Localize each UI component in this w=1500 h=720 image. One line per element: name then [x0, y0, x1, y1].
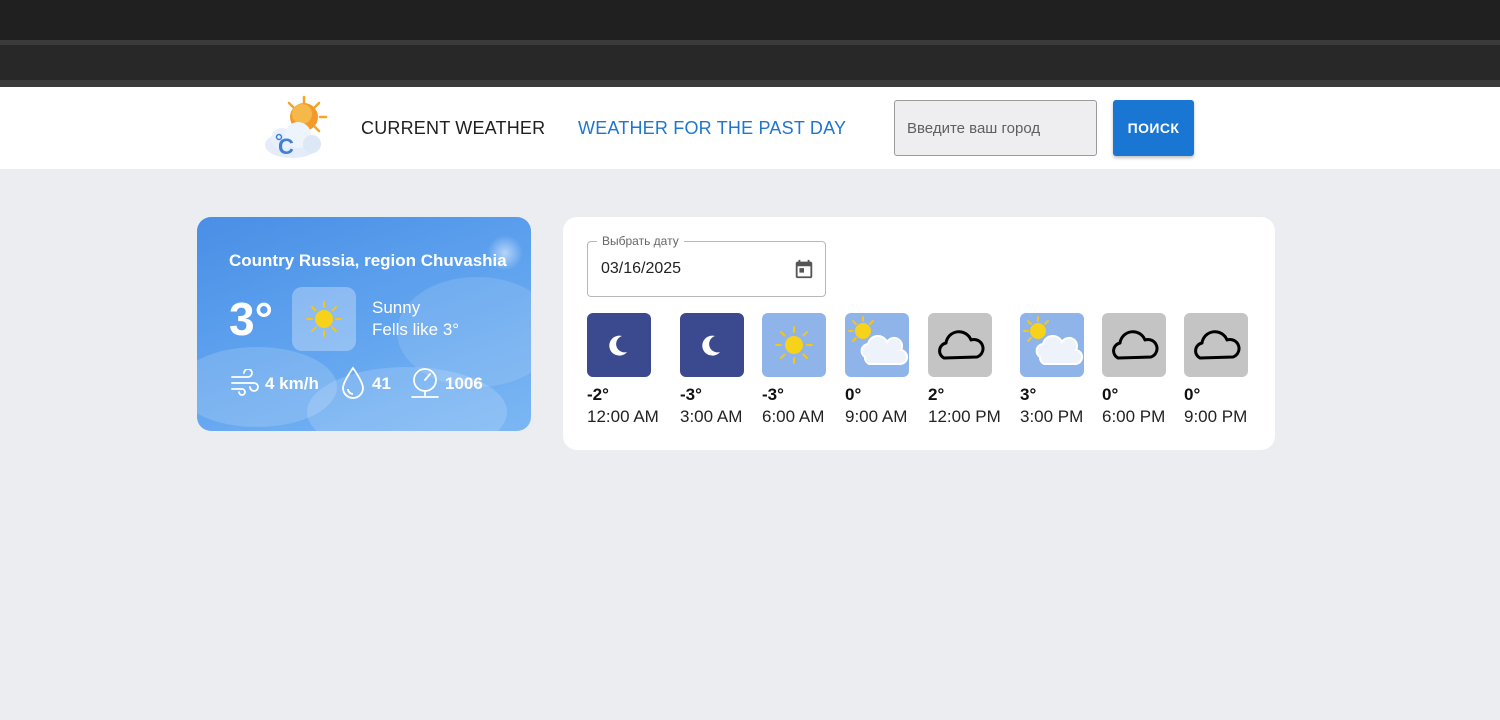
hourly-time: 9:00 PM [1184, 407, 1248, 426]
pressure-gauge-icon [410, 367, 440, 404]
browser-tab-bar [0, 0, 1500, 40]
hourly-time: 12:00 PM [928, 407, 1001, 426]
app-logo-icon[interactable]: C [262, 95, 332, 163]
past-day-panel: Выбрать дату 03/16/2025 -2° 12:00 AM -3° 3:… [563, 217, 1275, 450]
humidity-value: 41 [372, 374, 391, 393]
partly-cloudy-icon [845, 313, 909, 377]
hourly-time: 12:00 AM [587, 407, 659, 426]
hourly-forecast-item: -2° 12:00 AM [587, 313, 667, 427]
cloud-icon [1102, 313, 1166, 377]
svg-text:C: C [278, 134, 294, 159]
nav-past-day-weather[interactable]: WEATHER FOR THE PAST DAY [578, 118, 846, 139]
calendar-icon[interactable] [793, 258, 815, 285]
browser-toolbar [0, 45, 1500, 80]
sun-icon [292, 287, 356, 351]
partly-cloudy-icon [1020, 313, 1084, 377]
cloud-icon [1184, 313, 1248, 377]
hourly-forecast-item: 2° 12:00 PM [928, 313, 1008, 427]
location-label: Country Russia, region Chuvashia [229, 251, 507, 270]
browser-divider-bottom [0, 80, 1500, 87]
hourly-forecast-item: 0° 9:00 PM [1184, 313, 1264, 427]
cloud-icon [928, 313, 992, 377]
hourly-temperature: -3° [762, 385, 784, 404]
hourly-forecast-item: -3° 6:00 AM [762, 313, 842, 427]
sun-icon [762, 313, 826, 377]
hourly-forecast-item: -3° 3:00 AM [680, 313, 760, 427]
condition-label: Sunny [372, 298, 421, 317]
hourly-forecast-item: 0° 9:00 AM [845, 313, 925, 427]
current-temperature: 3° [229, 293, 273, 345]
date-picker-value[interactable]: 03/16/2025 [601, 260, 681, 278]
moon-icon [680, 313, 744, 377]
feels-like-label: Fells like 3° [372, 320, 460, 339]
moon-icon [587, 313, 651, 377]
hourly-temperature: 0° [845, 385, 862, 404]
hourly-temperature: 0° [1102, 385, 1119, 404]
hourly-temperature: 2° [928, 385, 945, 404]
hourly-temperature: -2° [587, 385, 609, 404]
hourly-time: 3:00 AM [680, 407, 743, 426]
city-search-input[interactable] [894, 100, 1097, 156]
date-picker-label: Выбрать дату [597, 234, 684, 248]
hourly-temperature: 3° [1020, 385, 1037, 404]
humidity-drop-icon [341, 366, 365, 405]
hourly-temperature: -3° [680, 385, 702, 404]
current-weather-card: Country Russia, region Chuvashia 3° Sunn… [197, 217, 531, 431]
hourly-temperature: 0° [1184, 385, 1201, 404]
hourly-time: 3:00 PM [1020, 407, 1084, 426]
pressure-value: 1006 [445, 374, 483, 393]
hourly-time: 6:00 AM [762, 407, 825, 426]
app-header: C CURRENT WEATHER WEATHER FOR THE PAST D… [0, 87, 1500, 169]
hourly-time: 6:00 PM [1102, 407, 1166, 426]
nav-current-weather[interactable]: CURRENT WEATHER [361, 118, 545, 139]
date-picker-field[interactable]: Выбрать дату 03/16/2025 [587, 234, 826, 297]
hourly-forecast-item: 0° 6:00 PM [1102, 313, 1182, 427]
hourly-forecast-item: 3° 3:00 PM [1020, 313, 1100, 427]
wind-icon [230, 368, 260, 402]
hourly-time: 9:00 AM [845, 407, 908, 426]
search-button[interactable]: ПОИСК [1113, 100, 1194, 156]
wind-speed: 4 km/h [265, 374, 319, 393]
